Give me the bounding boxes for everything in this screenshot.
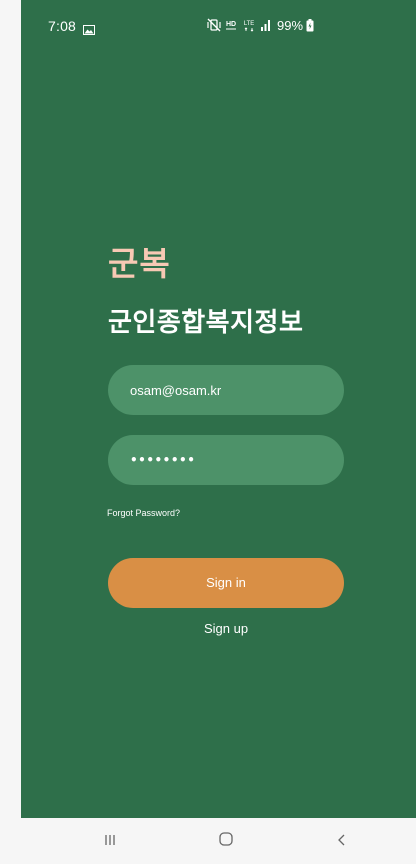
- password-value: ••••••••: [130, 453, 196, 467]
- status-bar: 7:08 HD LTE 99%: [21, 0, 416, 54]
- mute-vibrate-icon: [207, 18, 221, 32]
- battery-icon: [306, 18, 314, 32]
- email-field[interactable]: osam@osam.kr: [108, 365, 344, 415]
- email-value: osam@osam.kr: [130, 382, 222, 398]
- sign-up-link[interactable]: Sign up: [108, 621, 344, 636]
- home-button[interactable]: [214, 830, 238, 852]
- app-screen: 7:08 HD LTE 99% 군복 군인종합복지정보 osam@osam.kr…: [21, 0, 416, 818]
- lte-icon: LTE: [241, 18, 257, 32]
- status-indicators: HD LTE 99%: [207, 17, 314, 33]
- forgot-password-link[interactable]: Forgot Password?: [107, 508, 180, 518]
- navigation-bar: [21, 818, 416, 864]
- gallery-icon: [83, 20, 95, 35]
- recent-apps-icon: [103, 832, 117, 851]
- svg-text:HD: HD: [226, 21, 236, 28]
- hd-voice-icon: HD: [224, 18, 238, 32]
- back-button[interactable]: [330, 830, 354, 852]
- app-subtitle: 군인종합복지정보: [108, 308, 304, 338]
- battery-percentage: 99%: [277, 17, 304, 33]
- sign-in-button[interactable]: Sign in: [108, 558, 344, 608]
- signal-icon: [260, 19, 272, 31]
- svg-text:LTE: LTE: [244, 21, 255, 27]
- home-icon: [218, 831, 234, 851]
- page: 7:08 HD LTE 99% 군복 군인종합복지정보 osam@osam.kr…: [0, 0, 416, 864]
- recent-apps-button[interactable]: [98, 830, 122, 852]
- app-brand: 군복: [108, 244, 171, 283]
- phone-screen: 7:08 HD LTE 99% 군복 군인종합복지정보 osam@osam.kr…: [21, 0, 416, 864]
- back-icon: [335, 832, 349, 851]
- status-time: 7:08: [48, 18, 77, 34]
- password-field[interactable]: ••••••••: [108, 435, 344, 485]
